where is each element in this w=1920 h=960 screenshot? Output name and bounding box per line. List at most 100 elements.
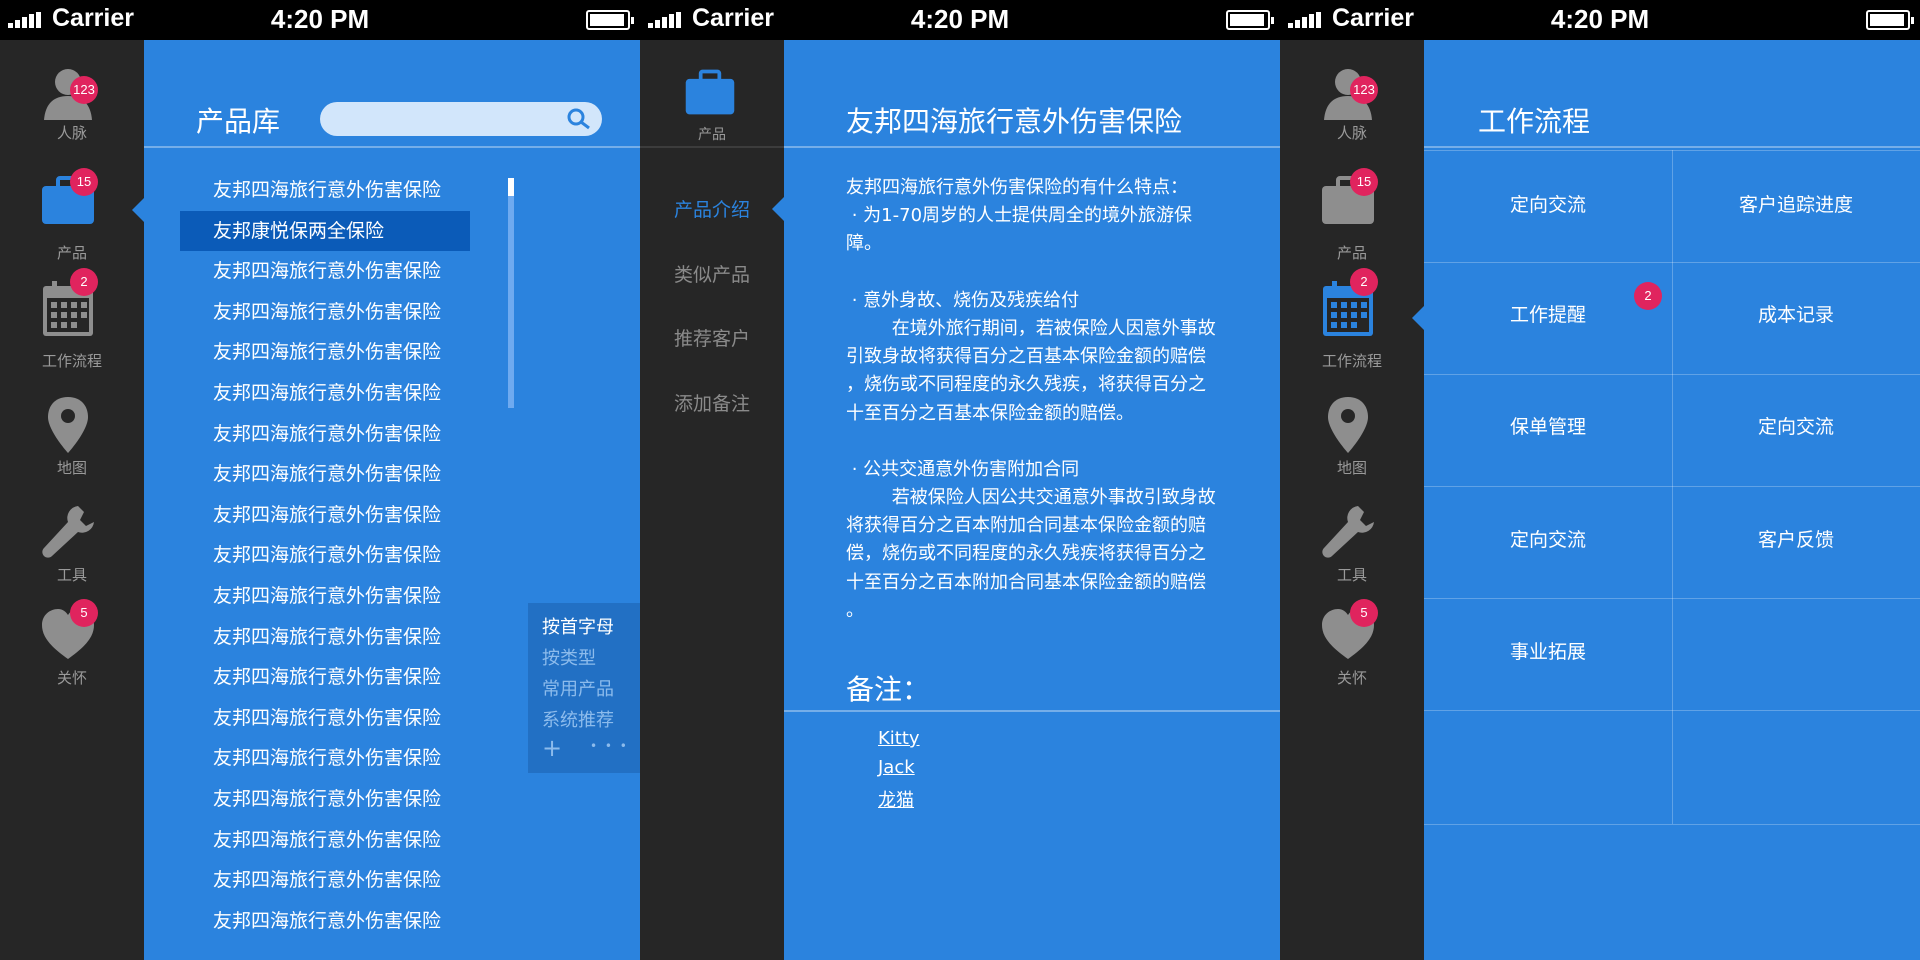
list-item[interactable]: 友邦四海旅行意外伤害保险 xyxy=(180,698,470,739)
more-icon[interactable]: • • • xyxy=(590,739,629,753)
sidebar-item-care[interactable]: 5 关怀 xyxy=(1280,599,1424,705)
workflow-cell[interactable]: 定向交流 xyxy=(1424,485,1672,595)
list-item[interactable]: 友邦四海旅行意外伤害保险 xyxy=(180,535,470,576)
description-line: 友邦四海旅行意外伤害保险的有什么特点： xyxy=(846,177,1188,198)
badge-count: 2 xyxy=(70,268,98,296)
workflow-cell-label: 保单管理 xyxy=(1509,416,1586,438)
sidebar: 123 人脉 15 产品 2 工作流程 地图 工具 5 关怀 xyxy=(0,40,144,960)
sidebar-item-workflow[interactable]: 2 工作流程 xyxy=(0,268,144,380)
list-item[interactable]: 友邦四海旅行意外伤害保险 xyxy=(180,414,470,455)
list-item[interactable]: 友邦四海旅行意外伤害保险 xyxy=(180,495,470,536)
sidebar-item-map[interactable]: 地图 xyxy=(0,395,144,495)
status-time: 4:20 PM xyxy=(1550,4,1650,34)
note-link[interactable]: Jack xyxy=(878,757,915,778)
add-icon[interactable]: + xyxy=(542,734,562,762)
list-item[interactable]: 友邦四海旅行意外伤害保险 xyxy=(180,332,470,373)
sidebar-divider xyxy=(640,146,784,148)
tab-add-note[interactable]: 添加备注 xyxy=(640,389,784,416)
notes-title: 备注： xyxy=(846,673,931,706)
grid-column-divider xyxy=(1672,150,1673,824)
sidebar-item-contacts[interactable]: 123 人脉 xyxy=(1280,60,1424,160)
search-input[interactable] xyxy=(320,102,602,136)
badge-count: 15 xyxy=(1350,168,1378,196)
list-item[interactable]: 友邦四海旅行意外伤害保险 xyxy=(180,454,470,495)
description-line: 偿，烧伤或不同程度的永久残疾将获得百分之 xyxy=(846,543,1206,565)
status-time: 4:20 PM xyxy=(910,4,1010,34)
sidebar-item-products[interactable]: 15 产品 xyxy=(0,168,144,270)
sidebar-item-products[interactable]: 产品 xyxy=(640,64,784,164)
workflow-cell-label: 定向交流 xyxy=(1757,416,1834,438)
screen-product-detail: Carrier 4:20 PM 产品 产品介绍 类似产品 推荐客户 添加备注 友… xyxy=(640,0,1280,960)
workflow-cell[interactable]: 成本记录 xyxy=(1672,260,1920,370)
status-bar: Carrier 4:20 PM xyxy=(0,0,640,40)
tab-recommend-clients[interactable]: 推荐客户 xyxy=(640,324,784,351)
list-item[interactable]: 友邦四海旅行意外伤害保险 xyxy=(180,738,470,779)
description-line: 十至百分之百本附加合同基本保险金额的赔偿 xyxy=(846,571,1206,593)
product-title: 友邦四海旅行意外伤害保险 xyxy=(846,105,1183,138)
battery-icon xyxy=(1226,10,1274,30)
sidebar-item-label: 工具 xyxy=(1336,566,1367,584)
description-line: · 意外身故、烧伤及残疾给付 xyxy=(846,289,1080,311)
list-item[interactable]: 友邦四海旅行意外伤害保险 xyxy=(180,373,470,414)
workflow-cell[interactable] xyxy=(1424,711,1672,821)
badge-count: 123 xyxy=(1350,76,1378,104)
sidebar-item-care[interactable]: 5 关怀 xyxy=(0,599,144,705)
workflow-cell[interactable]: 事业拓展 xyxy=(1424,597,1672,707)
description-line: 十至百分之百基本保险金额的赔偿。 xyxy=(846,402,1134,424)
tab-similar-products[interactable]: 类似产品 xyxy=(640,260,784,287)
list-item[interactable]: 友邦康悦保两全保险 xyxy=(180,210,470,252)
product-list: 友邦四海旅行意外伤害保险 友邦康悦保两全保险 友邦四海旅行意外伤害保险 友邦四海旅行意… xyxy=(180,170,470,941)
scroll-thumb[interactable] xyxy=(508,178,514,196)
sort-panel: 按首字母 按类型 常用产品 系统推荐 + • • • xyxy=(528,603,640,773)
list-item[interactable]: 友邦四海旅行意外伤害保险 xyxy=(180,251,470,292)
sidebar-item-contacts[interactable]: 123 人脉 xyxy=(0,60,144,160)
search-icon[interactable] xyxy=(566,107,592,131)
workflow-cell[interactable]: 客户追踪进度 xyxy=(1672,150,1920,260)
active-pointer xyxy=(132,198,144,222)
workflow-cell[interactable] xyxy=(1672,597,1920,707)
list-item[interactable]: 友邦四海旅行意外伤害保险 xyxy=(180,779,470,820)
list-item[interactable]: 友邦四海旅行意外伤害保险 xyxy=(180,170,470,211)
note-link[interactable]: Kitty xyxy=(878,728,920,749)
workflow-cell[interactable]: 客户反馈 xyxy=(1672,485,1920,595)
workflow-cell-label: 定向交流 xyxy=(1509,529,1586,551)
sidebar-item-tools[interactable]: 工具 xyxy=(0,502,144,602)
grid-row-divider xyxy=(1424,824,1920,825)
sidebar-item-label: 关怀 xyxy=(1336,669,1367,687)
workflow-cell[interactable]: 保单管理 xyxy=(1424,372,1672,482)
workflow-cell[interactable]: 工作提醒 2 xyxy=(1424,260,1672,370)
sort-common-products[interactable]: 常用产品 xyxy=(542,675,614,701)
sidebar-item-workflow[interactable]: 2 工作流程 xyxy=(1280,268,1424,380)
list-item[interactable]: 友邦四海旅行意外伤害保险 xyxy=(180,860,470,901)
detail-sidebar: 产品 产品介绍 类似产品 推荐客户 添加备注 xyxy=(640,40,784,960)
wrench-icon xyxy=(1322,506,1374,558)
badge-count: 5 xyxy=(70,599,98,627)
header-divider xyxy=(784,146,1280,148)
list-item[interactable]: 友邦四海旅行意外伤害保险 xyxy=(180,820,470,861)
status-bar: Carrier 4:20 PM xyxy=(640,0,1280,40)
sidebar-item-map[interactable]: 地图 xyxy=(1280,395,1424,495)
scrollbar[interactable] xyxy=(508,178,514,408)
wrench-icon xyxy=(42,506,94,558)
badge-count: 2 xyxy=(1350,268,1378,296)
sort-system-recommend[interactable]: 系统推荐 xyxy=(542,706,614,732)
list-item[interactable]: 友邦四海旅行意外伤害保险 xyxy=(180,576,470,617)
sort-by-initial[interactable]: 按首字母 xyxy=(542,613,614,639)
workflow-cell[interactable]: 定向交流 xyxy=(1424,150,1672,260)
sidebar-item-label: 地图 xyxy=(56,459,87,477)
list-item[interactable]: 友邦四海旅行意外伤害保险 xyxy=(180,657,470,698)
list-item[interactable]: 友邦四海旅行意外伤害保险 xyxy=(180,901,470,942)
sidebar-item-label: 地图 xyxy=(1336,459,1367,477)
list-item[interactable]: 友邦四海旅行意外伤害保险 xyxy=(180,617,470,658)
list-item[interactable]: 友邦四海旅行意外伤害保险 xyxy=(180,292,470,333)
tab-product-intro[interactable]: 产品介绍 xyxy=(640,195,784,222)
workflow-cell[interactable]: 定向交流 xyxy=(1672,372,1920,482)
workflow-cell[interactable] xyxy=(1672,711,1920,821)
status-time: 4:20 PM xyxy=(270,4,370,34)
sidebar-item-tools[interactable]: 工具 xyxy=(1280,502,1424,602)
sort-by-type[interactable]: 按类型 xyxy=(542,644,596,670)
workflow-cell-label: 成本记录 xyxy=(1757,304,1834,326)
badge-count: 15 xyxy=(70,168,98,196)
note-link[interactable]: 龙猫 xyxy=(878,786,914,812)
sidebar-item-products[interactable]: 15 产品 xyxy=(1280,168,1424,270)
